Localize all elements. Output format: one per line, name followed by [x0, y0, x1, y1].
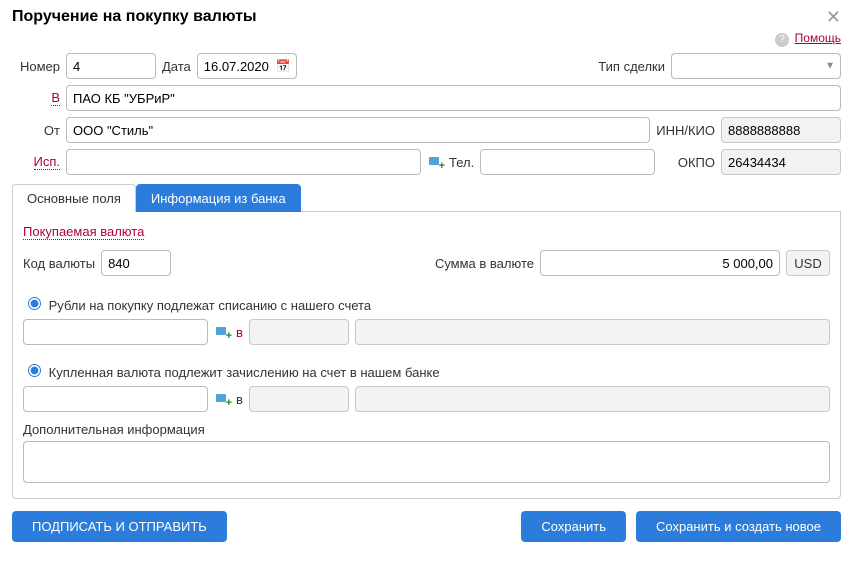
extra-info-label: Дополнительная информация — [23, 422, 830, 437]
from-input[interactable] — [66, 117, 650, 143]
tab-bank-info[interactable]: Информация из банка — [136, 184, 301, 212]
credit-radio-label[interactable]: Купленная валюта подлежит зачислению на … — [23, 361, 440, 380]
currency-code-input[interactable] — [101, 250, 171, 276]
debit-desc-box — [355, 319, 830, 345]
currency-amount-input[interactable] — [540, 250, 780, 276]
okpo-label: ОКПО — [678, 155, 715, 170]
number-label: Номер — [12, 59, 60, 74]
deal-type-select[interactable] — [671, 53, 841, 79]
sign-send-button[interactable]: ПОДПИСАТЬ И ОТПРАВИТЬ — [12, 511, 227, 542]
credit-desc-box — [355, 386, 830, 412]
save-create-new-button[interactable]: Сохранить и создать новое — [636, 511, 841, 542]
tel-label: Тел. — [449, 155, 474, 170]
inn-input — [721, 117, 841, 143]
close-icon[interactable]: ✕ — [826, 8, 841, 26]
date-label: Дата — [162, 59, 191, 74]
tab-main[interactable]: Основные поля — [12, 184, 136, 212]
tel-input[interactable] — [480, 149, 655, 175]
debit-account-lookup-icon[interactable] — [214, 325, 230, 339]
debit-radio[interactable] — [28, 297, 41, 310]
okpo-input — [721, 149, 841, 175]
currency-section-title: Покупаемая валюта — [23, 224, 144, 240]
save-button[interactable]: Сохранить — [521, 511, 626, 542]
debit-currency-box — [249, 319, 349, 345]
currency-code-label: Код валюты — [23, 256, 95, 271]
debit-radio-text: Рубли на покупку подлежат списанию с наш… — [49, 298, 371, 313]
currency-iso-box: USD — [786, 250, 830, 276]
currency-amount-label: Сумма в валюте — [435, 256, 534, 271]
executor-label[interactable]: Исп. — [34, 154, 61, 170]
credit-radio[interactable] — [28, 364, 41, 377]
from-label: От — [12, 123, 60, 138]
bank-input[interactable] — [66, 85, 841, 111]
number-input[interactable] — [66, 53, 156, 79]
executor-lookup-icon[interactable] — [427, 155, 443, 169]
inn-label: ИНН/КИО — [656, 123, 715, 138]
help-link[interactable]: Помощь — [795, 31, 841, 45]
credit-currency-box — [249, 386, 349, 412]
bank-label[interactable]: В — [51, 90, 60, 106]
calendar-icon[interactable]: 📅 — [276, 59, 291, 73]
credit-in-label: в — [236, 392, 243, 407]
debit-in-label: в — [236, 325, 243, 340]
credit-account-lookup-icon[interactable] — [214, 392, 230, 406]
credit-radio-text: Купленная валюта подлежит зачислению на … — [49, 365, 440, 380]
debit-account-input[interactable] — [23, 319, 208, 345]
deal-type-label: Тип сделки — [598, 59, 665, 74]
dialog-title: Поручение на покупку валюты — [12, 8, 257, 26]
extra-info-textarea[interactable] — [23, 441, 830, 483]
executor-input[interactable] — [66, 149, 421, 175]
credit-account-input[interactable] — [23, 386, 208, 412]
help-icon: ? — [775, 33, 789, 47]
debit-radio-label[interactable]: Рубли на покупку подлежат списанию с наш… — [23, 294, 371, 313]
